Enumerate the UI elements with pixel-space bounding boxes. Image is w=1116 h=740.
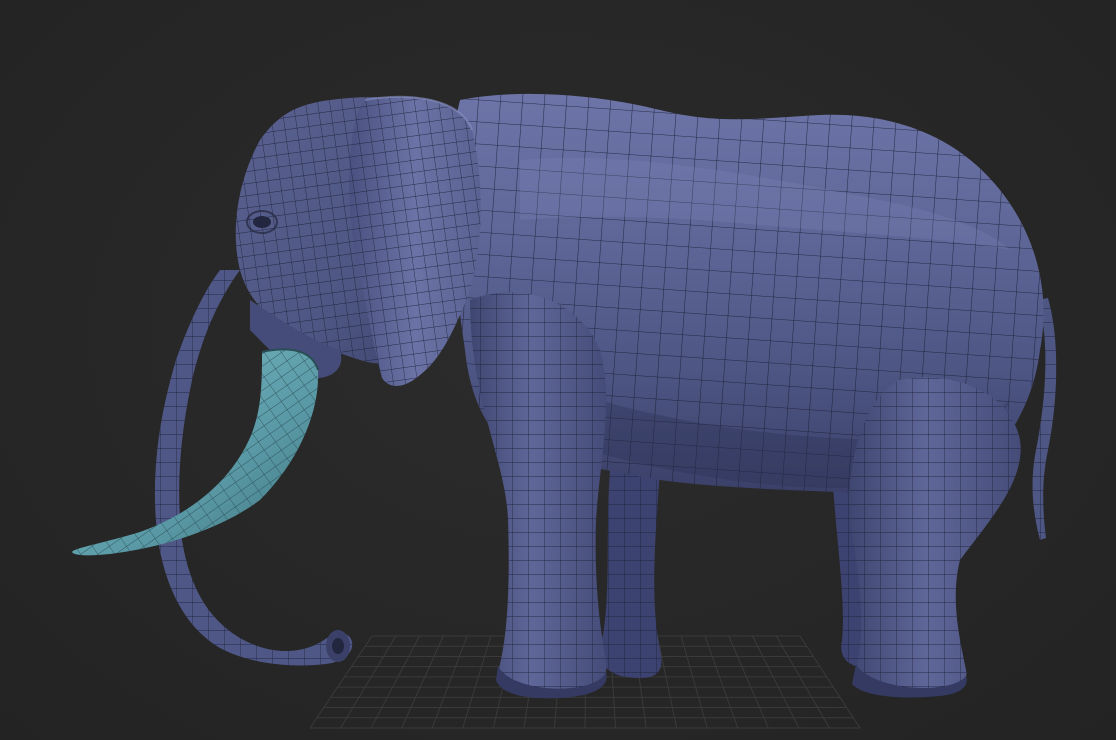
- floor-grid-line: [656, 635, 678, 729]
- floor-grid-line: [680, 635, 708, 729]
- floor-grid-line: [704, 635, 739, 729]
- viewport-canvas[interactable]: [0, 0, 1116, 740]
- elephant-tusk: [72, 348, 319, 556]
- floor-grid-line: [462, 635, 492, 729]
- elephant-rear-leg: [849, 377, 1021, 698]
- floor-grid-line: [751, 635, 800, 729]
- floor-grid-line: [370, 635, 420, 729]
- floor-grid-line: [775, 635, 830, 729]
- 3d-viewport[interactable]: [0, 0, 1116, 740]
- floor-grid-line: [728, 635, 769, 729]
